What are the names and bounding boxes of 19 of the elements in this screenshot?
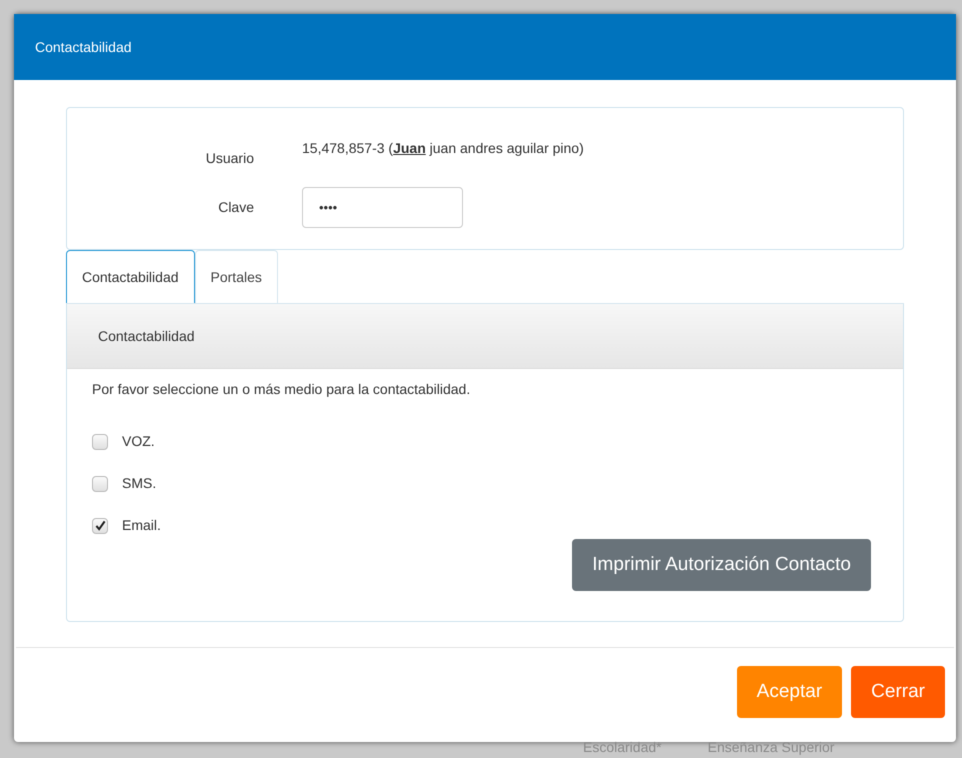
password-field[interactable]: •••• [302, 187, 463, 228]
print-button[interactable]: Imprimir Autorización Contacto [572, 539, 871, 591]
option-label: VOZ. [122, 432, 155, 451]
password-label: Clave [217, 198, 254, 217]
user-value: 15,478,857-3 (Juan juan andres aguilar pino) [302, 139, 584, 158]
background-text: Escolaridad* [583, 738, 662, 757]
tab[interactable]: Contactabilidad [66, 250, 195, 303]
checkmark-icon [94, 520, 106, 531]
checkbox[interactable] [92, 434, 108, 450]
user-label: Usuario [204, 149, 254, 168]
tab[interactable]: Portales [194, 250, 278, 303]
instruction-text: Por favor seleccione un o más medio para la contactabilidad. [92, 380, 472, 399]
option-label: Email. [122, 516, 161, 535]
background-text: Enseñanza Superior [708, 738, 834, 757]
checkbox[interactable] [92, 476, 108, 492]
checkbox[interactable] [92, 518, 108, 534]
dialog-title: Contactabilidad [35, 38, 132, 56]
panel-heading: Contactabilidad [98, 326, 195, 346]
option-label: SMS. [122, 474, 156, 493]
